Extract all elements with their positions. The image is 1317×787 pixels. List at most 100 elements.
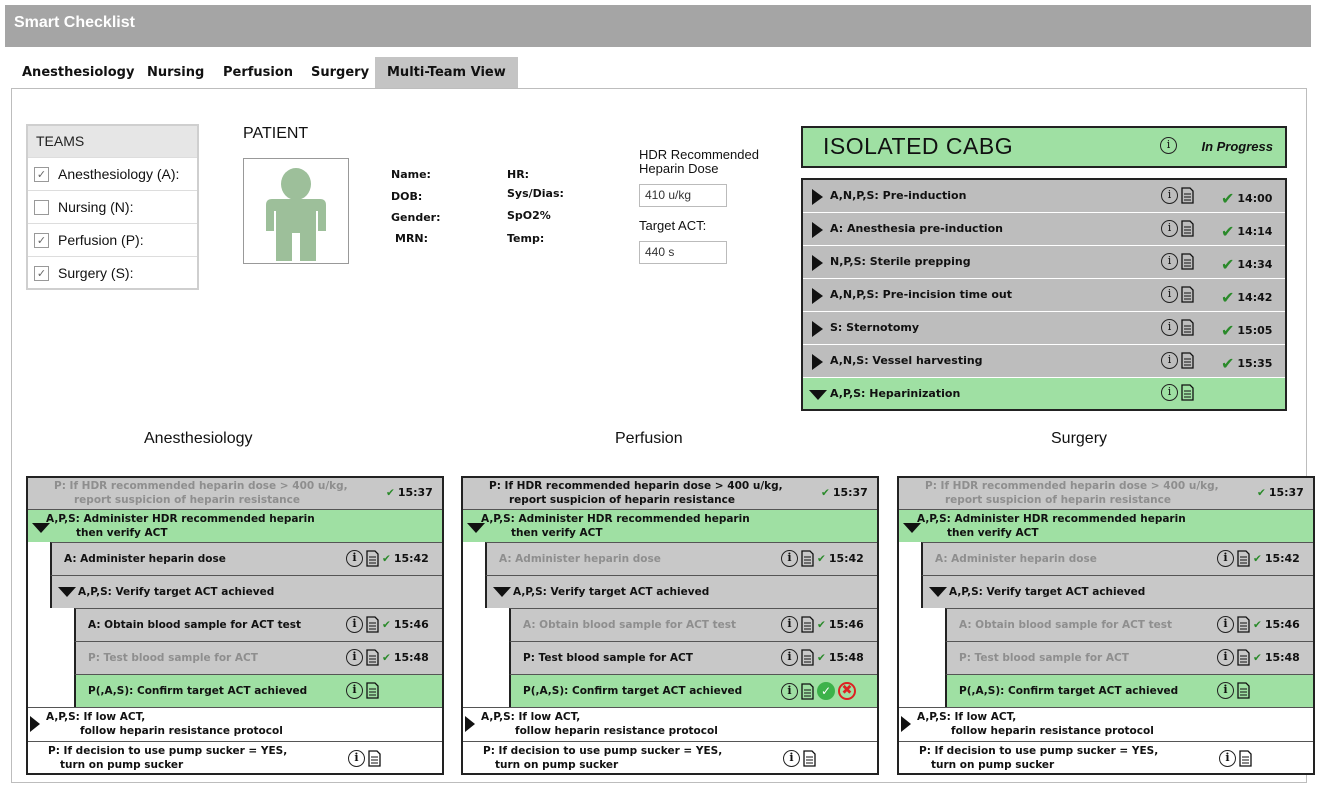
checklist-row[interactable]: A,P,S: Verify target ACT achieved [50, 575, 444, 608]
confirm-check-icon[interactable]: ✓ [817, 682, 835, 700]
expand-arrow-icon[interactable] [465, 716, 475, 732]
step-row[interactable]: A,N,S: Vessel harvesting i ✔ 15:35 [803, 345, 1285, 378]
document-icon[interactable] [1181, 253, 1194, 270]
document-icon[interactable] [366, 616, 379, 633]
document-icon[interactable] [368, 750, 381, 767]
step-row[interactable]: S: Sternotomy i ✔ 15:05 [803, 312, 1285, 345]
checklist-row[interactable]: P: If decision to use pump sucker = YES,… [461, 741, 879, 775]
checklist-row[interactable]: A: Administer heparin dose i ✔ 15:42 [50, 542, 444, 575]
expand-arrow-icon[interactable] [812, 354, 823, 370]
document-icon[interactable] [1237, 550, 1250, 567]
info-circle-icon[interactable]: i [1161, 220, 1178, 237]
expand-arrow-icon[interactable] [812, 255, 823, 271]
tab-multi-team-view[interactable]: Multi-Team View [375, 57, 518, 88]
document-icon[interactable] [366, 649, 379, 666]
document-icon[interactable] [366, 550, 379, 567]
expand-arrow-icon[interactable] [812, 321, 823, 337]
info-circle-icon[interactable]: i [781, 550, 798, 567]
target-act-input[interactable]: 440 s [639, 241, 727, 264]
document-icon[interactable] [801, 682, 814, 700]
checklist-row[interactable]: P(,A,S): Confirm target ACT achieved i ✓ ✖ [509, 674, 879, 707]
document-icon[interactable] [1181, 286, 1194, 303]
info-circle-icon[interactable]: i [1217, 649, 1234, 666]
document-icon[interactable] [801, 616, 814, 633]
team-row-surgery[interactable]: ✓ Surgery (S): [28, 256, 197, 289]
info-circle-icon[interactable]: i [1161, 384, 1178, 401]
info-circle-icon[interactable]: i [346, 550, 363, 567]
step-row[interactable]: A,N,P,S: Pre-induction i ✔ 14:00 [803, 180, 1285, 213]
expand-arrow-icon[interactable] [812, 189, 823, 205]
expand-arrow-icon[interactable] [30, 716, 40, 732]
document-icon[interactable] [366, 682, 379, 699]
checklist-row[interactable]: A,P,S: If low ACT, follow heparin resista… [461, 707, 879, 741]
info-circle-icon[interactable]: i [1160, 137, 1177, 154]
collapse-arrow-icon[interactable] [58, 587, 76, 597]
team-checkbox[interactable]: ✓ [34, 166, 49, 182]
step-row[interactable]: A: Anesthesia pre-induction i ✔ 14:14 [803, 213, 1285, 246]
info-circle-icon[interactable]: i [1161, 352, 1178, 369]
checklist-row[interactable]: P: If HDR recommended heparin dose > 400… [897, 476, 1315, 509]
checklist-row[interactable]: A: Obtain blood sample for ACT test i ✔ 15:… [945, 608, 1315, 641]
checklist-row[interactable]: A: Administer heparin dose i ✔ 15:42 [485, 542, 879, 575]
info-circle-icon[interactable]: i [346, 682, 363, 699]
reject-x-icon[interactable]: ✖ [838, 682, 856, 700]
document-icon[interactable] [1181, 352, 1194, 369]
checklist-row[interactable]: P: If HDR recommended heparin dose > 400… [461, 476, 879, 509]
checklist-row[interactable]: P: Test blood sample for ACT i ✔ 15:48 [74, 641, 444, 674]
checklist-row[interactable]: P(,A,S): Confirm target ACT achieved i [945, 674, 1315, 707]
step-row[interactable]: N,P,S: Sterile prepping i ✔ 14:34 [803, 246, 1285, 279]
team-row-perfusion[interactable]: ✓ Perfusion (P): [28, 223, 197, 256]
team-row-anesthesiology[interactable]: ✓ Anesthesiology (A): [28, 157, 197, 190]
info-circle-icon[interactable]: i [346, 616, 363, 633]
info-circle-icon[interactable]: i [348, 750, 365, 767]
expand-arrow-icon[interactable] [812, 288, 823, 304]
hdr-dose-input[interactable]: 410 u/kg [639, 184, 727, 207]
info-circle-icon[interactable]: i [1217, 616, 1234, 633]
info-circle-icon[interactable]: i [1217, 682, 1234, 699]
info-circle-icon[interactable]: i [783, 750, 800, 767]
tab-surgery[interactable]: Surgery [311, 57, 369, 88]
checklist-row[interactable]: A,P,S: Verify target ACT achieved [485, 575, 879, 608]
team-row-nursing[interactable]: Nursing (N): [28, 190, 197, 223]
document-icon[interactable] [1239, 750, 1252, 767]
tab-perfusion[interactable]: Perfusion [223, 57, 293, 88]
document-icon[interactable] [1181, 220, 1194, 237]
checklist-row[interactable]: P(,A,S): Confirm target ACT achieved i [74, 674, 444, 707]
team-checkbox[interactable] [34, 199, 49, 215]
collapse-arrow-icon[interactable] [929, 587, 947, 597]
team-checkbox[interactable]: ✓ [34, 232, 49, 248]
checklist-row[interactable]: A,P,S: If low ACT, follow heparin resista… [897, 707, 1315, 741]
document-icon[interactable] [1181, 319, 1194, 336]
checklist-row[interactable]: A: Administer heparin dose i ✔ 15:42 [921, 542, 1315, 575]
tab-nursing[interactable]: Nursing [147, 57, 204, 88]
info-circle-icon[interactable]: i [1217, 550, 1234, 567]
info-circle-icon[interactable]: i [781, 649, 798, 666]
document-icon[interactable] [1181, 384, 1194, 401]
info-circle-icon[interactable]: i [1161, 253, 1178, 270]
info-circle-icon[interactable]: i [781, 682, 798, 700]
checklist-row[interactable]: A,P,S: Administer HDR recommended hepari… [897, 509, 1315, 542]
document-icon[interactable] [801, 550, 814, 567]
checklist-row[interactable]: A,P,S: If low ACT, follow heparin resista… [26, 707, 444, 741]
step-row[interactable]: A,N,P,S: Pre-incision time out i ✔ 14:42 [803, 279, 1285, 312]
checklist-row[interactable]: A: Obtain blood sample for ACT test i ✔ 15:… [509, 608, 879, 641]
document-icon[interactable] [1237, 649, 1250, 666]
document-icon[interactable] [1237, 682, 1250, 699]
document-icon[interactable] [801, 649, 814, 666]
team-checkbox[interactable]: ✓ [34, 265, 49, 281]
checklist-row[interactable]: P: If HDR recommended heparin dose > 400… [26, 476, 444, 509]
info-circle-icon[interactable]: i [1161, 187, 1178, 204]
document-icon[interactable] [1237, 616, 1250, 633]
checklist-row[interactable]: A: Obtain blood sample for ACT test i ✔ 15:… [74, 608, 444, 641]
checklist-row[interactable]: A,P,S: Administer HDR recommended hepari… [461, 509, 879, 542]
info-circle-icon[interactable]: i [1219, 750, 1236, 767]
expand-arrow-icon[interactable] [812, 222, 823, 238]
document-icon[interactable] [803, 750, 816, 767]
checklist-row[interactable]: P: Test blood sample for ACT i ✔ 15:48 [945, 641, 1315, 674]
checklist-row[interactable]: A,P,S: Administer HDR recommended hepari… [26, 509, 444, 542]
expand-arrow-icon[interactable] [901, 716, 911, 732]
info-circle-icon[interactable]: i [1161, 286, 1178, 303]
tab-anesthesiology[interactable]: Anesthesiology [22, 57, 134, 88]
info-circle-icon[interactable]: i [346, 649, 363, 666]
step-row-active[interactable]: A,P,S: Heparinization i [803, 378, 1285, 409]
